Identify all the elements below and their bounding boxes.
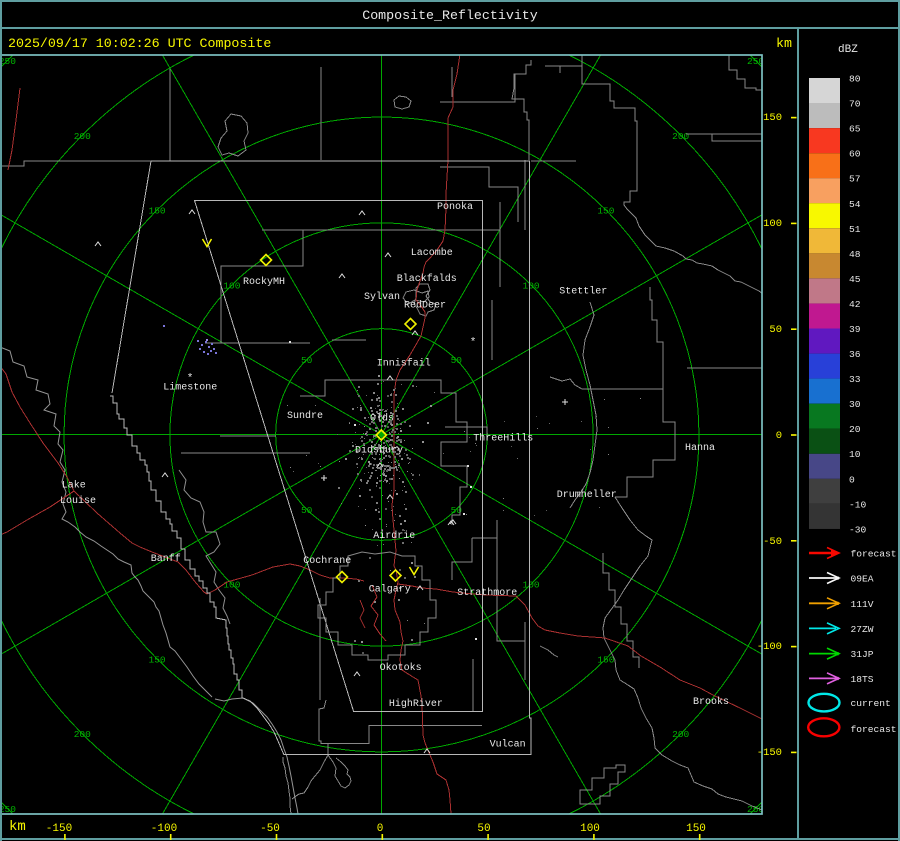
svg-text:Didsbury: Didsbury <box>355 444 403 456</box>
svg-text:RedDeer: RedDeer <box>404 300 446 312</box>
svg-text:50: 50 <box>451 505 463 516</box>
svg-text:Brooks: Brooks <box>693 696 729 708</box>
svg-text:Banff: Banff <box>151 553 181 565</box>
svg-text:Ponoka: Ponoka <box>437 201 473 213</box>
svg-text:20: 20 <box>849 424 861 435</box>
svg-text:50: 50 <box>769 324 782 336</box>
svg-text:80: 80 <box>849 74 861 85</box>
svg-text:RockyMH: RockyMH <box>243 276 285 288</box>
svg-text:150: 150 <box>597 654 614 665</box>
svg-text:100: 100 <box>523 580 540 591</box>
svg-text:31JP: 31JP <box>851 649 874 660</box>
svg-text:-50: -50 <box>260 823 280 835</box>
svg-text:100: 100 <box>580 823 600 835</box>
svg-text:27ZW: 27ZW <box>851 624 874 635</box>
svg-text:100: 100 <box>223 580 240 591</box>
svg-text:forecast: forecast <box>851 724 897 735</box>
svg-text:10: 10 <box>849 449 861 460</box>
svg-text:-50: -50 <box>763 536 782 548</box>
svg-text:36: 36 <box>849 349 861 360</box>
svg-text:Sylvan: Sylvan <box>364 291 400 303</box>
svg-text:2025/09/17 10:02:26 UTC Compos: 2025/09/17 10:02:26 UTC Composite <box>8 36 271 51</box>
svg-text:57: 57 <box>849 174 861 185</box>
svg-text:Strathmore: Strathmore <box>457 587 517 599</box>
svg-text:33: 33 <box>849 374 861 385</box>
svg-text:Calgary: Calgary <box>369 584 411 596</box>
svg-text:150: 150 <box>597 206 614 217</box>
svg-text:50: 50 <box>301 505 313 516</box>
svg-text:48: 48 <box>849 249 861 260</box>
svg-text:-100: -100 <box>151 823 177 835</box>
svg-text:HighRiver: HighRiver <box>389 698 443 710</box>
svg-text:-150: -150 <box>46 823 72 835</box>
svg-text:42: 42 <box>849 299 861 310</box>
svg-text:current: current <box>851 698 891 709</box>
svg-text:50: 50 <box>477 823 490 835</box>
svg-text:-150: -150 <box>757 747 782 759</box>
svg-text:Airdrie: Airdrie <box>373 530 415 542</box>
svg-text:Okotoks: Okotoks <box>380 662 422 674</box>
svg-text:18TS: 18TS <box>851 674 874 685</box>
svg-text:Vulcan: Vulcan <box>490 739 526 751</box>
svg-text:Stettler: Stettler <box>559 286 607 298</box>
svg-text:Olds: Olds <box>370 413 394 425</box>
svg-text:Lacombe: Lacombe <box>411 247 453 259</box>
svg-text:Lake: Lake <box>62 479 86 491</box>
svg-text:km: km <box>9 819 26 835</box>
svg-text:200: 200 <box>74 729 91 740</box>
svg-text:111V: 111V <box>851 599 874 610</box>
svg-text:-10: -10 <box>849 499 867 510</box>
svg-text:ThreeHills: ThreeHills <box>473 433 533 445</box>
svg-text:-100: -100 <box>757 641 782 653</box>
svg-text:forecast: forecast <box>851 549 897 560</box>
svg-text:150: 150 <box>763 112 782 124</box>
svg-text:39: 39 <box>849 324 861 335</box>
svg-text:Cochrane: Cochrane <box>303 555 351 567</box>
svg-text:50: 50 <box>301 355 313 366</box>
svg-text:09EA: 09EA <box>851 574 874 585</box>
svg-text:100: 100 <box>763 218 782 230</box>
svg-text:200: 200 <box>672 131 689 142</box>
svg-text:Sundre: Sundre <box>287 410 323 422</box>
svg-text:100: 100 <box>223 280 240 291</box>
svg-text:100: 100 <box>523 280 540 291</box>
svg-text:150: 150 <box>686 823 706 835</box>
svg-text:Hanna: Hanna <box>685 443 715 454</box>
svg-text:200: 200 <box>74 131 91 142</box>
svg-text:-30: -30 <box>849 524 867 535</box>
svg-text:Louise: Louise <box>60 495 96 507</box>
svg-text:0: 0 <box>849 474 855 485</box>
svg-text:150: 150 <box>149 206 166 217</box>
svg-text:Composite_Reflectivity: Composite_Reflectivity <box>362 8 538 23</box>
svg-text:km: km <box>776 36 792 51</box>
svg-text:0: 0 <box>377 823 384 835</box>
svg-text:65: 65 <box>849 124 861 135</box>
svg-text:60: 60 <box>849 149 861 160</box>
svg-text:150: 150 <box>149 654 166 665</box>
svg-text:0: 0 <box>776 430 782 442</box>
svg-text:200: 200 <box>672 729 689 740</box>
svg-text:dBZ: dBZ <box>838 44 858 56</box>
svg-text:51: 51 <box>849 224 861 235</box>
svg-text:*: * <box>470 337 477 349</box>
svg-text:45: 45 <box>849 274 861 285</box>
svg-text:30: 30 <box>849 399 861 410</box>
svg-text:70: 70 <box>849 99 861 110</box>
svg-text:Innisfail: Innisfail <box>377 358 431 370</box>
svg-text:250: 250 <box>0 56 16 67</box>
svg-text:Drumheller: Drumheller <box>557 489 617 501</box>
svg-text:54: 54 <box>849 199 861 210</box>
svg-text:Blackfalds: Blackfalds <box>397 273 457 285</box>
svg-text:50: 50 <box>451 355 463 366</box>
svg-text:Limestone: Limestone <box>163 382 217 394</box>
